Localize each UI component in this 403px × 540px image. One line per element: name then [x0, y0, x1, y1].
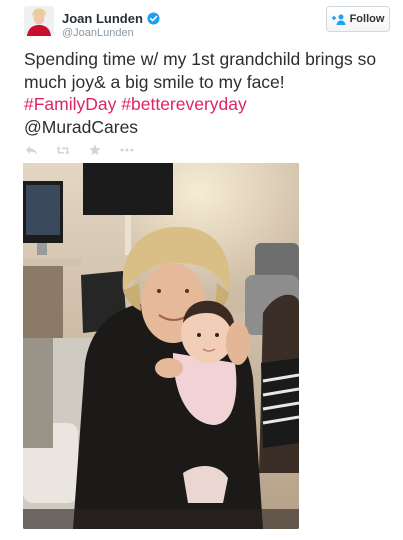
follow-label: Follow	[349, 13, 385, 25]
tweet-actions	[24, 143, 152, 157]
tweet-body: Spending time w/ my 1st grandchild bring…	[24, 49, 377, 92]
retweet-button[interactable]	[56, 143, 70, 157]
user-handle[interactable]: @JoanLunden	[62, 27, 134, 39]
tweet-text: Spending time w/ my 1st grandchild bring…	[24, 48, 394, 138]
mention-muradcares[interactable]: @MuradCares	[24, 116, 394, 139]
retweet-icon	[56, 145, 70, 155]
tweet-header: Joan Lunden @JoanLunden Follow	[24, 6, 394, 40]
hashtag-familyday[interactable]: #FamilyDay	[24, 94, 116, 114]
follow-button[interactable]: Follow	[326, 6, 390, 32]
hashtag-bettereveryday[interactable]: #bettereveryday	[121, 94, 247, 114]
more-button[interactable]	[120, 143, 134, 157]
tweet-photo[interactable]	[23, 163, 299, 529]
person-plus-icon	[331, 14, 346, 25]
favorite-icon	[89, 144, 101, 155]
favorite-button[interactable]	[88, 143, 102, 157]
more-icon	[120, 148, 134, 152]
name-row: Joan Lunden	[62, 11, 160, 26]
display-name[interactable]: Joan Lunden	[62, 11, 143, 26]
hashtag-line: #FamilyDay #bettereveryday	[24, 93, 394, 116]
avatar[interactable]	[24, 6, 54, 36]
reply-icon	[25, 145, 37, 155]
verified-badge-icon	[147, 12, 160, 25]
photo-image	[23, 163, 299, 529]
reply-button[interactable]	[24, 143, 38, 157]
